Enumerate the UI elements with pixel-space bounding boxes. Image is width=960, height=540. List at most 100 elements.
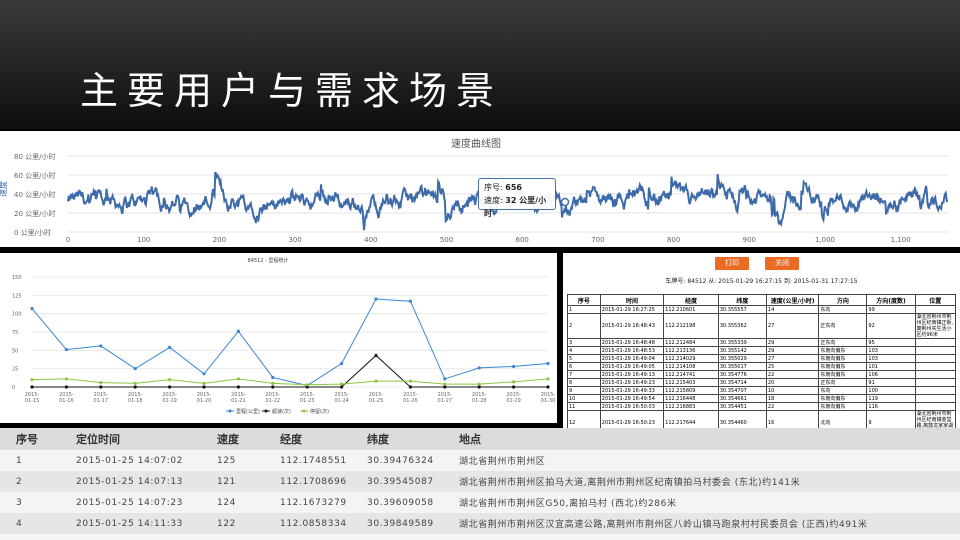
series-point[interactable] (271, 385, 275, 389)
legend-marker (302, 409, 306, 413)
series-point[interactable] (340, 361, 344, 366)
report-cell: 30.354451 (717, 402, 767, 411)
hovered-point[interactable] (560, 197, 570, 207)
series-point[interactable] (202, 381, 206, 385)
series-point[interactable] (408, 379, 412, 383)
series-point[interactable] (99, 385, 103, 389)
positions-cell: 112.1708696 (264, 471, 351, 492)
series-point[interactable] (168, 378, 172, 382)
report-cell: 101 (866, 362, 916, 371)
series-point[interactable] (133, 385, 137, 389)
positions-col-header[interactable]: 定位时间 (60, 428, 201, 450)
series-point[interactable] (477, 382, 481, 386)
series-point[interactable] (271, 381, 275, 385)
positions-cell: 湖北省荆州市荆州区拍马大道,离荆州市荆州区纪南镇拍马村委会 (东北)约141米 (443, 471, 960, 492)
report-cell: 2015-01-29 16:27:25 (599, 305, 665, 314)
report-cell (914, 305, 956, 314)
series-point[interactable] (99, 344, 103, 348)
series-point[interactable] (30, 385, 34, 389)
speed-x-tick: 1,100 (891, 236, 911, 244)
table-row[interactable]: 1 2015-01-25 14:07:02 125 112.1748551 30.394… (0, 450, 960, 471)
series-point[interactable] (271, 375, 275, 380)
legend-label[interactable]: 里程(公里) (236, 408, 260, 415)
series-point[interactable] (511, 380, 516, 384)
report-row: 1 2015-01-29 16:27:25 112.210601 30.355557 1… (567, 305, 956, 314)
report-cell: 30.355029 (717, 354, 767, 363)
series-point[interactable] (443, 385, 447, 389)
series-point[interactable] (168, 385, 172, 389)
table-row[interactable]: 4 2015-01-25 14:11:33 122 112.0858334 30.398… (0, 513, 960, 534)
report-cell: 18 (765, 394, 820, 403)
report-cell: 112.215403 (663, 378, 719, 387)
positions-cell: 122 (201, 513, 264, 534)
series-point[interactable] (236, 329, 240, 333)
report-cell: 东南向偏东 (818, 346, 868, 355)
series-point[interactable] (546, 377, 550, 381)
series-point[interactable] (374, 297, 378, 301)
table-row[interactable]: 2 2015-01-25 14:07:13 121 112.1708696 30.395… (0, 471, 960, 492)
print-button[interactable]: 打印 (715, 257, 749, 270)
series-point[interactable] (477, 385, 481, 389)
series-point[interactable] (374, 379, 378, 383)
series-point[interactable] (30, 306, 34, 311)
series-point[interactable] (443, 382, 447, 386)
series-point[interactable] (202, 385, 206, 389)
positions-col-header[interactable]: 速度 (201, 428, 264, 450)
positions-cell: 湖北省荆州市荆州区G50,离拍马村 (西北)约286米 (459, 499, 677, 509)
series-point[interactable] (546, 385, 550, 389)
report-cell: 30.355557 (717, 305, 767, 314)
legend-label[interactable]: 停留(次) (310, 408, 329, 415)
positions-cell: 2015-01-25 14:11:43 (60, 534, 201, 540)
table-row[interactable]: 3 2015-01-25 14:07:23 124 112.1673279 30.396… (0, 492, 960, 513)
report-cell: 116 (866, 402, 916, 411)
report-cell: 10 (567, 394, 601, 403)
series-point[interactable] (64, 348, 68, 352)
positions-col-header[interactable]: 经度 (264, 428, 351, 450)
series-point[interactable] (340, 382, 344, 386)
series-point[interactable] (443, 377, 447, 381)
series-point[interactable] (408, 385, 412, 389)
report-row: 8 2015-01-29 16:49:23 112.215403 30.354714 2… (567, 378, 956, 387)
report-cell: 119 (866, 394, 916, 403)
positions-col-header[interactable]: 纬度 (351, 428, 443, 450)
report-cell: 30.355142 (717, 346, 767, 355)
series-point[interactable] (236, 377, 240, 381)
series-point[interactable] (546, 361, 550, 366)
positions-cell: 5 (0, 534, 60, 540)
mileage-x-tick: 01-22 (266, 398, 281, 404)
positions-cell: 2015-01-25 14:07:23 (76, 497, 183, 508)
report-cell: 30.355339 (717, 338, 767, 347)
series-point[interactable] (64, 385, 68, 389)
series-point[interactable] (511, 385, 516, 389)
report-cell: 112.214741 (663, 370, 719, 379)
series-point[interactable] (408, 299, 412, 303)
table-row[interactable]: 52015-01-25 14:11:43123112.082816130.400… (0, 534, 960, 540)
series-point[interactable] (133, 381, 137, 385)
series-point[interactable] (99, 381, 103, 385)
series-point[interactable] (168, 345, 172, 349)
series-point[interactable] (30, 378, 34, 382)
legend-label[interactable]: 超速(次) (272, 408, 291, 415)
mileage-y-tick: 75 (12, 330, 18, 336)
mileage-x-tick: 01-20 (197, 398, 212, 404)
series-point[interactable] (133, 367, 137, 371)
report-cell: 95 (866, 338, 916, 347)
series-point[interactable] (477, 366, 481, 370)
series-point[interactable] (305, 383, 309, 387)
series-point[interactable] (64, 377, 68, 381)
series-point[interactable] (202, 372, 206, 376)
series-point[interactable] (374, 353, 378, 358)
series-point[interactable] (511, 364, 516, 369)
speed-x-tick: 800 (667, 236, 680, 244)
mileage-x-tick: 01-27 (438, 398, 453, 404)
positions-cell: 湖北省荆州市荆州区汉宜高速公路,离荆州市荆州区八岭山镇马跑泉村村民委员会 (正西… (443, 513, 960, 534)
report-cell: 29 (765, 346, 820, 355)
close-button[interactable]: 关闭 (765, 257, 799, 270)
positions-col-header[interactable]: 序号 (0, 428, 60, 450)
positions-cell: 2015-01-25 14:11:33 (60, 513, 201, 534)
series-point[interactable] (236, 385, 240, 389)
positions-cell: 湖北省荆州市荆州区 (459, 457, 546, 467)
series-point[interactable] (340, 385, 344, 389)
positions-col-header[interactable]: 地点 (443, 428, 960, 450)
report-col-header: 经度 (663, 294, 719, 306)
